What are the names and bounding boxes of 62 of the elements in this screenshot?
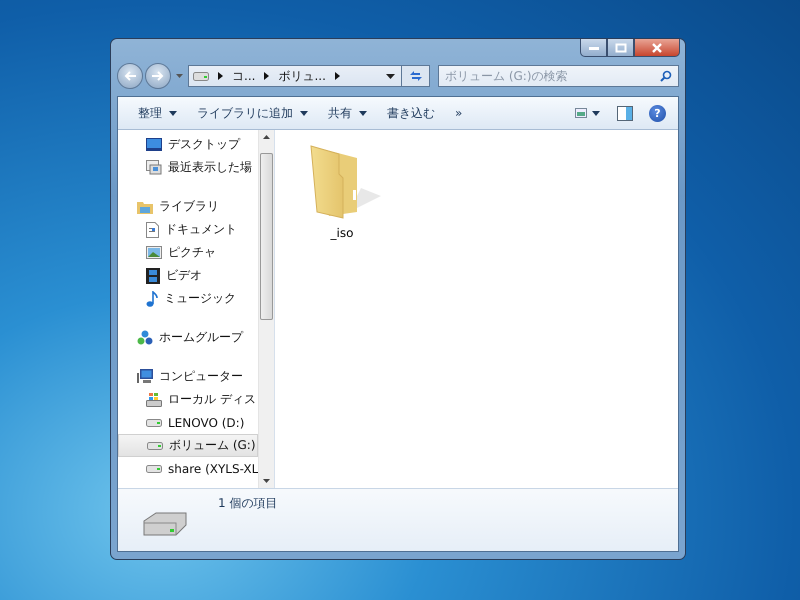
scroll-up-icon[interactable] bbox=[263, 135, 270, 139]
status-text: 1 個の項目 bbox=[218, 495, 278, 512]
breadcrumb-segment[interactable]: ボリュ... bbox=[278, 68, 326, 84]
recent-places-icon bbox=[146, 160, 162, 175]
address-bar[interactable]: コ... ボリュ... bbox=[188, 65, 402, 87]
drive-icon bbox=[193, 71, 209, 81]
drive-icon bbox=[147, 441, 163, 450]
breadcrumb-arrow-icon[interactable] bbox=[264, 72, 270, 80]
search-icon bbox=[660, 70, 672, 82]
drive-icon bbox=[146, 418, 162, 427]
forward-button[interactable] bbox=[145, 63, 171, 89]
refresh-icon bbox=[408, 69, 424, 83]
refresh-button[interactable] bbox=[402, 65, 430, 87]
homegroup-icon bbox=[137, 330, 153, 346]
navigation-item[interactable]: ホームグループ bbox=[118, 326, 258, 349]
toolbar-button[interactable]: 共有 bbox=[320, 102, 375, 124]
back-button[interactable] bbox=[117, 63, 143, 89]
minimize-icon bbox=[588, 44, 600, 50]
breadcrumb-arrow-icon[interactable] bbox=[218, 72, 223, 80]
minimize-button[interactable] bbox=[580, 39, 607, 57]
maximize-button[interactable] bbox=[607, 39, 634, 57]
close-icon bbox=[651, 42, 663, 52]
breadcrumb-arrow-icon[interactable] bbox=[334, 72, 340, 80]
navigation-item[interactable]: ライブラリ bbox=[118, 195, 258, 218]
picture-icon bbox=[146, 246, 162, 259]
scrollbar-thumb[interactable] bbox=[260, 153, 274, 320]
navigation-item[interactable]: ローカル ディス bbox=[118, 388, 258, 411]
drive-icon bbox=[146, 464, 162, 473]
navigation-item[interactable]: デスクトップ bbox=[118, 133, 258, 156]
toolbar-button[interactable]: ライブラリに追加 bbox=[189, 102, 316, 124]
navigation-item[interactable]: ミュージック bbox=[118, 287, 258, 310]
right-arrow-icon bbox=[151, 70, 165, 82]
desktop-icon bbox=[146, 138, 162, 151]
navigation-item[interactable]: 最近表示した場 bbox=[118, 156, 258, 179]
navigation-item[interactable]: share (XYLS-XL bbox=[118, 457, 258, 480]
breadcrumb-segment[interactable]: コ... bbox=[232, 68, 256, 84]
toolbar-button[interactable]: 整理 bbox=[130, 102, 185, 124]
search-field[interactable]: ボリューム (G:)の検索 bbox=[438, 65, 679, 87]
navigation-item[interactable]: ピクチャ bbox=[118, 241, 258, 264]
toolbar-button[interactable]: 書き込む bbox=[379, 102, 443, 124]
music-note-icon bbox=[146, 290, 158, 306]
preview-pane-icon bbox=[617, 106, 633, 120]
film-icon bbox=[146, 268, 160, 284]
navigation-item[interactable]: ドキュメント bbox=[118, 218, 258, 241]
system-drive-icon bbox=[146, 392, 162, 407]
document-icon bbox=[146, 222, 159, 238]
close-button[interactable] bbox=[634, 39, 680, 57]
navigation-item[interactable]: ビデオ bbox=[118, 264, 258, 287]
folder-name[interactable]: _iso bbox=[330, 226, 354, 240]
navigation-item[interactable]: LENOVO (D:) bbox=[118, 411, 258, 434]
scrollbar[interactable] bbox=[258, 130, 274, 488]
navigation-item[interactable]: コンピューター bbox=[118, 365, 258, 388]
maximize-icon bbox=[614, 42, 626, 52]
scroll-down-icon[interactable] bbox=[263, 479, 270, 483]
view-icon bbox=[575, 108, 601, 118]
computer-icon bbox=[137, 369, 153, 384]
library-icon bbox=[137, 200, 153, 214]
navigation-item[interactable]: ボリューム (G:) bbox=[118, 434, 258, 457]
toolbar-button[interactable]: » bbox=[447, 103, 470, 123]
caret-icon[interactable] bbox=[386, 74, 395, 78]
help-button[interactable]: ? bbox=[649, 104, 666, 122]
left-arrow-icon bbox=[123, 70, 137, 82]
